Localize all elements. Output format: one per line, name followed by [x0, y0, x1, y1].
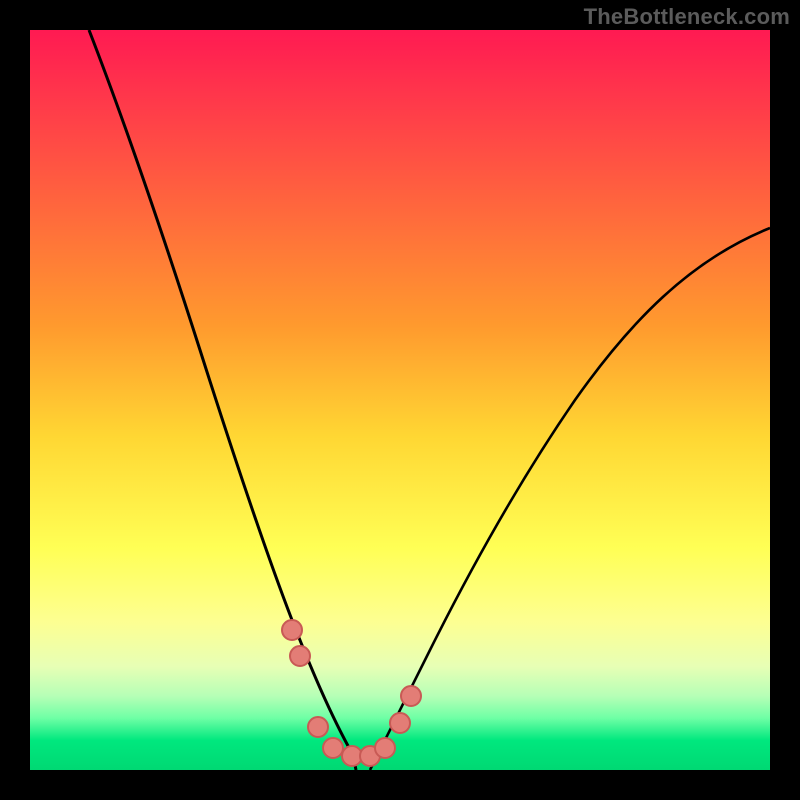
marker	[375, 738, 395, 758]
marker-group	[282, 620, 421, 766]
marker	[401, 686, 421, 706]
marker	[290, 646, 310, 666]
plot-area	[30, 30, 770, 770]
watermark-text: TheBottleneck.com	[584, 4, 790, 30]
right-curve	[370, 228, 770, 770]
chart-frame: TheBottleneck.com	[0, 0, 800, 800]
marker	[323, 738, 343, 758]
marker	[282, 620, 302, 640]
marker	[308, 717, 328, 737]
left-curve	[89, 30, 356, 770]
marker	[390, 713, 410, 733]
chart-svg	[30, 30, 770, 770]
